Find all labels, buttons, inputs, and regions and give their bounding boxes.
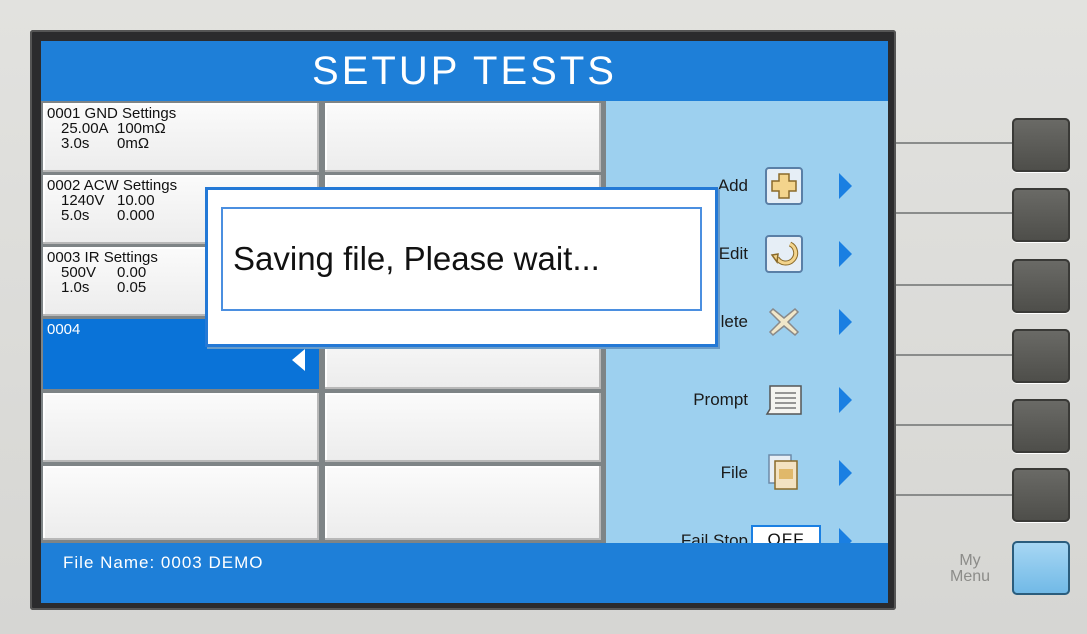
add-plus-icon xyxy=(764,166,804,206)
my-menu-button[interactable] xyxy=(1012,541,1070,595)
key-connector-line xyxy=(896,212,1012,214)
step-header: 0001 GND Settings xyxy=(47,105,177,122)
status-bar: File Name: 0003 DEMO xyxy=(41,543,888,603)
step-cell-empty[interactable] xyxy=(325,103,601,172)
delete-x-icon xyxy=(764,302,804,342)
step-value: 0.000 xyxy=(117,207,155,224)
menu-item-prompt[interactable]: Prompt xyxy=(606,375,888,425)
soft-key-2-button[interactable] xyxy=(1012,188,1070,242)
file-documents-icon xyxy=(764,453,804,493)
edit-icon xyxy=(764,234,804,274)
soft-key-4-button[interactable] xyxy=(1012,329,1070,383)
soft-key-1-button[interactable] xyxy=(1012,118,1070,172)
my-menu-label: My Menu xyxy=(940,553,1000,585)
step-cell-empty[interactable] xyxy=(43,393,319,462)
menu-label: Edit xyxy=(718,244,748,263)
menu-label: Prompt xyxy=(693,390,748,409)
selection-arrow-icon xyxy=(292,349,305,371)
key-connector-line xyxy=(896,142,1012,144)
prompt-note-icon xyxy=(764,380,804,420)
menu-item-file[interactable]: File xyxy=(606,448,888,498)
step-cell-empty[interactable] xyxy=(325,466,601,540)
soft-key-6-button[interactable] xyxy=(1012,468,1070,522)
step-cell-0001[interactable]: 0001 GND Settings 25.00A 100mΩ 3.0s 0mΩ xyxy=(43,103,319,172)
step-value: 1240V xyxy=(61,192,105,209)
saving-dialog: Saving file, Please wait... xyxy=(205,187,718,347)
step-value: 500V xyxy=(61,264,97,281)
menu-arrow-icon xyxy=(839,173,852,199)
menu-arrow-icon xyxy=(839,460,852,486)
step-value: 100mΩ xyxy=(117,120,166,137)
menu-label: Add xyxy=(717,176,748,195)
menu-arrow-icon xyxy=(839,241,852,267)
menu-label: File xyxy=(720,463,748,482)
my-menu-label-line2: Menu xyxy=(949,568,991,585)
key-connector-line xyxy=(896,494,1012,496)
soft-key-5-button[interactable] xyxy=(1012,399,1070,453)
step-value: 3.0s xyxy=(61,135,90,152)
key-connector-line xyxy=(896,424,1012,426)
step-value: 0mΩ xyxy=(117,135,150,152)
step-cell-empty[interactable] xyxy=(325,393,601,462)
screen-title: SETUP TESTS xyxy=(41,41,888,101)
step-value: 10.00 xyxy=(117,192,155,209)
key-connector-line xyxy=(896,354,1012,356)
step-value: 1.0s xyxy=(61,279,90,296)
menu-arrow-icon xyxy=(839,309,852,335)
menu-arrow-icon xyxy=(839,387,852,413)
step-value: 5.0s xyxy=(61,207,90,224)
dialog-message: Saving file, Please wait... xyxy=(221,207,702,311)
key-connector-line xyxy=(896,284,1012,286)
my-menu-label-line1: My xyxy=(959,552,981,569)
step-value: 25.00A xyxy=(61,120,109,137)
step-cell-empty[interactable] xyxy=(43,466,319,540)
step-value: 0.00 xyxy=(117,264,147,281)
file-name-label: File Name: 0003 DEMO xyxy=(63,553,264,572)
step-value: 0.05 xyxy=(117,279,147,296)
soft-key-3-button[interactable] xyxy=(1012,259,1070,313)
